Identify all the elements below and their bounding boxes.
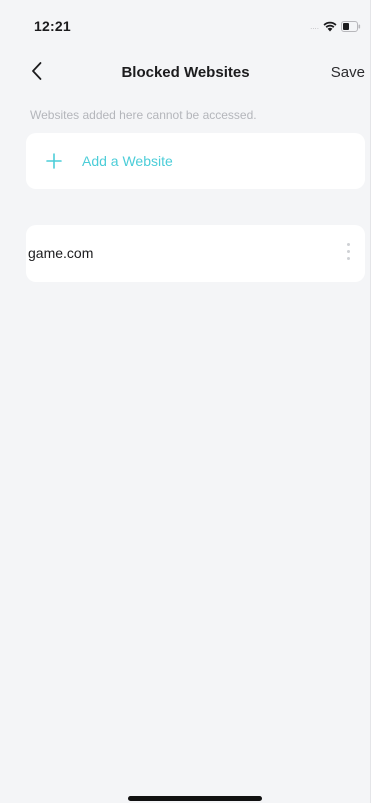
battery-icon [341,20,361,32]
status-icons: .... [310,20,361,32]
page-title: Blocked Websites [121,64,250,81]
list-item[interactable]: game.com [26,225,365,282]
status-bar: 12:21 .... [0,0,371,50]
wifi-icon [323,21,337,32]
hint-text: Websites added here cannot be accessed. [30,108,257,122]
plus-icon [45,152,63,170]
signal-indicator: .... [310,21,319,31]
website-name: game.com [28,245,94,261]
add-website-button[interactable]: Add a Website [26,133,365,189]
navigation-bar: Blocked Websites Save [0,52,371,92]
home-indicator [128,796,262,801]
save-button[interactable]: Save [331,64,365,81]
add-website-label: Add a Website [82,153,173,169]
status-time: 12:21 [34,18,71,34]
more-vertical-icon[interactable] [343,243,353,265]
